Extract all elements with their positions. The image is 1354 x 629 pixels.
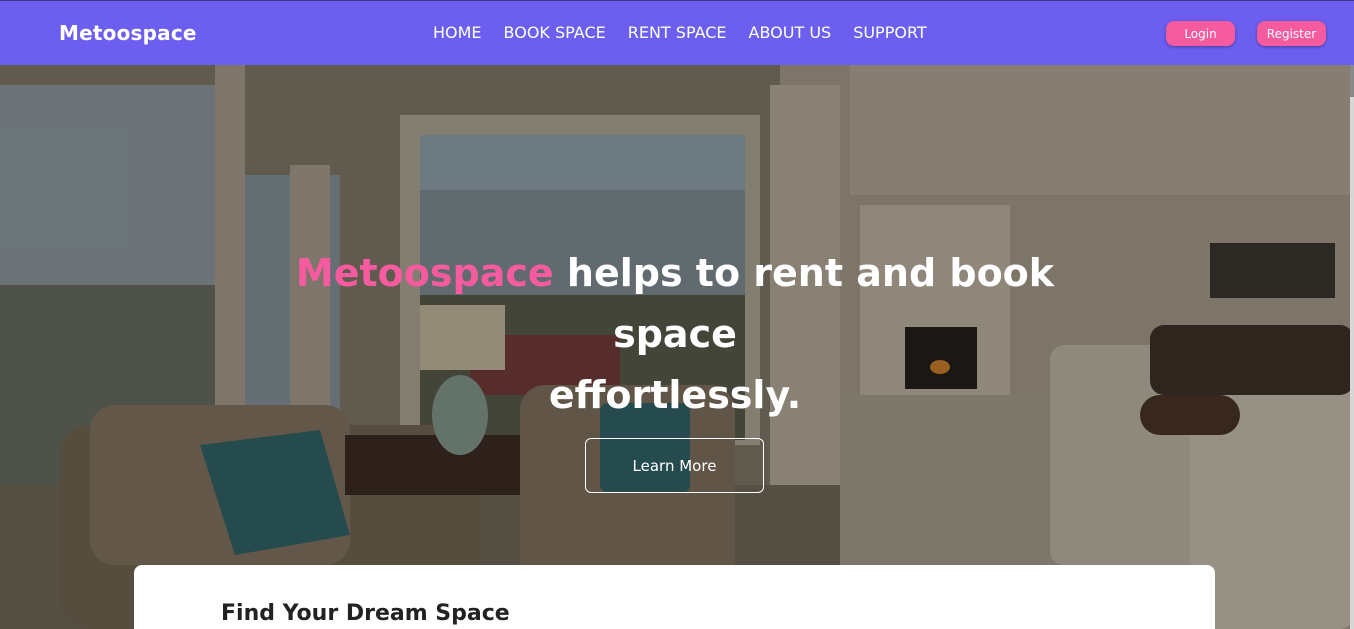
search-card-title: Find Your Dream Space (221, 601, 510, 626)
login-button[interactable]: Login (1166, 21, 1235, 46)
nav-link-support[interactable]: SUPPORT (853, 23, 926, 42)
hero-title-rest: helps to rent and book space (553, 251, 1055, 356)
hero-title-accent: Metoospace (295, 251, 554, 295)
nav-link-rent-space[interactable]: RENT SPACE (628, 23, 727, 42)
hero-title: Metoospace helps to rent and book space … (250, 243, 1100, 426)
nav-link-book-space[interactable]: BOOK SPACE (504, 23, 606, 42)
hero-section: Metoospace helps to rent and book space … (0, 65, 1354, 629)
nav-link-about-us[interactable]: ABOUT US (749, 23, 832, 42)
search-card: Find Your Dream Space (134, 565, 1215, 629)
nav-link-home[interactable]: HOME (433, 23, 482, 42)
learn-more-button[interactable]: Learn More (585, 438, 764, 493)
scrollbar-thumb[interactable] (1350, 65, 1354, 97)
page-scrollbar[interactable] (1350, 65, 1354, 629)
nav-links: HOME BOOK SPACE RENT SPACE ABOUT US SUPP… (433, 23, 927, 42)
hero-title-line2: effortlessly. (548, 373, 802, 417)
register-button[interactable]: Register (1257, 21, 1326, 46)
brand-logo[interactable]: Metoospace (59, 21, 197, 45)
top-navbar: Metoospace HOME BOOK SPACE RENT SPACE AB… (0, 0, 1354, 65)
